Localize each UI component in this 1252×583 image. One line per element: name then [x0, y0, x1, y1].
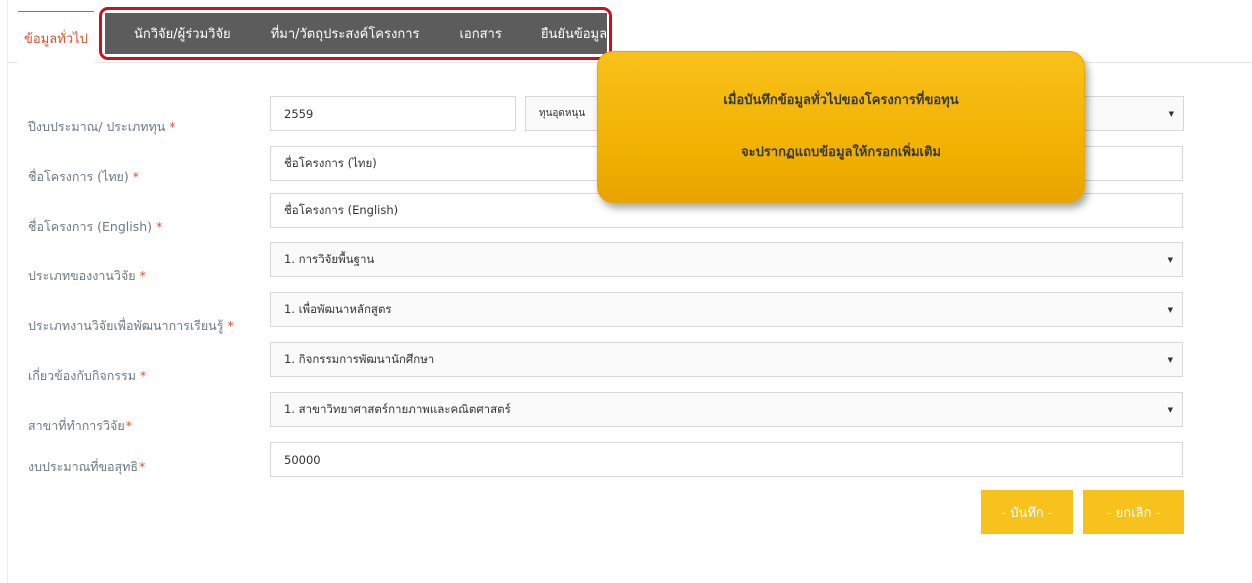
tab-bar: นักวิจัย/ผู้ร่วมวิจัย ที่มา/วัตถุประสงค์… — [105, 13, 608, 54]
tab-confirm[interactable]: ยืนยันข้อมูล — [541, 23, 607, 44]
chevron-down-icon: ▼ — [1167, 255, 1173, 264]
research-field-select[interactable]: 1. สาขาวิทยาศาสตร์กายภาพและคณิตศาสตร์ ▼ — [270, 392, 1183, 427]
learning-research-type-label: ประเภทงานวิจัยเพื่อพัฒนาการเรียนรู้ * — [28, 318, 234, 333]
tab-background-objectives[interactable]: ที่มา/วัตถุประสงค์โครงการ — [271, 23, 420, 44]
budget-year-input[interactable]: 2559 — [270, 96, 516, 131]
cancel-button[interactable]: - ยกเลิก - — [1083, 490, 1184, 534]
tab-documents[interactable]: เอกสาร — [459, 23, 501, 44]
chevron-down-icon: ▼ — [1167, 305, 1173, 314]
tooltip-bubble: เมื่อบันทึกข้อมูลทั่วไปของโครงการที่ขอทุ… — [597, 51, 1085, 203]
learning-research-type-select[interactable]: 1. เพื่อพัฒนาหลักสูตร ▼ — [270, 292, 1183, 327]
chevron-down-icon: ▼ — [1167, 405, 1173, 414]
related-activity-select[interactable]: 1. กิจกรรมการพัฒนานักศึกษา ▼ — [270, 342, 1183, 377]
related-activity-label: เกี่ยวข้องกับกิจกรรม * — [28, 368, 147, 383]
tooltip-line-2: จะปรากฏแถบข้อมูลให้กรอกเพิ่มเติม — [741, 145, 941, 160]
tooltip-line-1: เมื่อบันทึกข้อมูลทั่วไปของโครงการที่ขอทุ… — [723, 93, 959, 108]
save-button[interactable]: - บันทึก - — [981, 490, 1073, 534]
budget-year-label: ปีงบประมาณ/ ประเภททุน * — [28, 119, 176, 134]
page: ข้อมูลทั่วไป นักวิจัย/ผู้ร่วมวิจัย ที่มา… — [0, 0, 1252, 583]
highlighted-tab-group: นักวิจัย/ผู้ร่วมวิจัย ที่มา/วัตถุประสงค์… — [99, 7, 612, 60]
net-budget-label: งบประมาณที่ขอสุทธิ* — [28, 459, 146, 474]
chevron-down-icon: ▼ — [1167, 355, 1173, 364]
tab-researchers[interactable]: นักวิจัย/ผู้ร่วมวิจัย — [134, 23, 231, 44]
page-left-border — [7, 0, 8, 583]
required-mark: * — [169, 119, 176, 134]
research-type-select[interactable]: 1. การวิจัยพื้นฐาน ▼ — [270, 242, 1183, 277]
chevron-down-icon: ▼ — [1168, 109, 1174, 118]
research-type-label: ประเภทของงานวิจัย * — [28, 268, 146, 283]
net-budget-input[interactable]: 50000 — [270, 442, 1183, 477]
tab-general-info[interactable]: ข้อมูลทั่วไป — [18, 11, 94, 64]
project-name-en-label: ชื่อโครงการ (English) * — [28, 219, 163, 234]
research-field-label: สาขาที่ทำการวิจัย* — [28, 418, 132, 433]
project-name-th-label: ชื่อโครงการ (ไทย) * — [28, 169, 140, 184]
